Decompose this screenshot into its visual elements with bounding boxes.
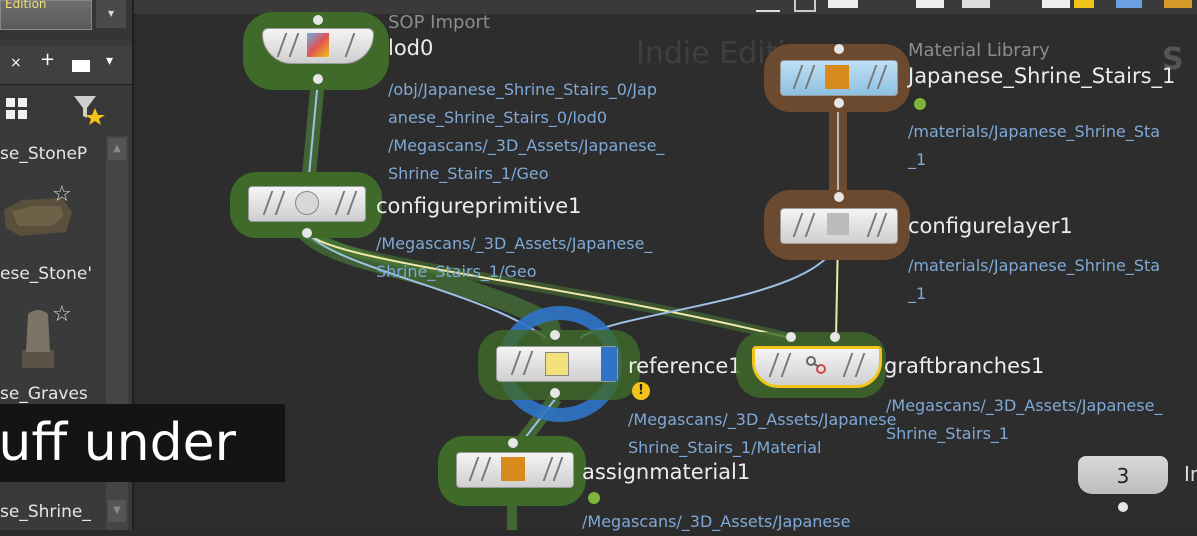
status-indicator-icon <box>586 490 602 506</box>
display-flag-icon[interactable] <box>601 347 617 381</box>
lod0-context-title: SOP Import <box>388 12 490 33</box>
input-connector[interactable] <box>834 44 844 54</box>
graftbranches1-label[interactable]: graftbranches1 <box>884 354 1044 378</box>
configureprimitive1-node[interactable] <box>248 186 366 222</box>
output-connector[interactable] <box>302 228 312 238</box>
warning-icon[interactable]: ! <box>632 382 650 400</box>
input-connector[interactable] <box>550 330 560 340</box>
material-library-icon <box>825 65 849 89</box>
reference1-path-line: /Megascans/_3D_Assets/Japanese <box>628 410 897 429</box>
configureprimitive1-label[interactable]: configureprimitive1 <box>376 194 582 218</box>
graftbranches1-path-line: /Megascans/_3D_Assets/Japanese_ <box>886 396 1163 415</box>
reference1-path-line: Shrine_Stairs_1/Material <box>628 438 822 457</box>
output-connector[interactable] <box>834 98 844 108</box>
material-library-node[interactable] <box>780 60 898 96</box>
lod0-node[interactable] <box>262 28 374 64</box>
lod0-path-line: Shrine_Stairs_1/Geo <box>388 164 549 183</box>
switch-node-label[interactable]: In <box>1184 462 1197 486</box>
output-connector[interactable] <box>550 388 560 398</box>
assignmaterial1-label[interactable]: assignmaterial1 <box>582 460 750 484</box>
sop-import-icon <box>307 33 329 57</box>
material-library-path-line: _1 <box>908 150 927 169</box>
configure-layer-icon <box>827 213 849 235</box>
configurelayer1-path-line: _1 <box>908 284 927 303</box>
configurelayer1-path-line: /materials/Japanese_Shrine_Sta <box>908 256 1161 275</box>
material-library-path-line: /materials/Japanese_Shrine_Sta <box>908 122 1161 141</box>
assignmaterial1-node[interactable] <box>456 452 574 488</box>
configure-primitive-icon <box>295 191 319 215</box>
input-connector[interactable] <box>313 15 323 25</box>
graftbranches1-path-line: Shrine_Stairs_1 <box>886 424 1010 443</box>
video-subtitle: tuff under <box>0 404 285 482</box>
lod0-path-line: anese_Shrine_Stairs_0/lod0 <box>388 108 608 127</box>
graft-branches-icon <box>805 355 827 375</box>
reference1-label[interactable]: reference1 <box>628 354 742 378</box>
configurelayer1-label[interactable]: configurelayer1 <box>908 214 1073 238</box>
lod0-path-line: /obj/Japanese_Shrine_Stairs_0/Jap <box>388 80 657 99</box>
output-connector[interactable] <box>313 74 323 84</box>
status-indicator-icon <box>912 96 928 112</box>
input-connector[interactable] <box>786 332 796 342</box>
configureprimitive1-path-line: /Megascans/_3D_Assets/Japanese_ <box>376 234 653 253</box>
lod0-path-line: /Megascans/_3D_Assets/Japanese_ <box>388 136 665 155</box>
graftbranches1-node[interactable] <box>752 346 882 388</box>
assign-material-icon <box>501 457 525 481</box>
switch-node[interactable]: 3 <box>1078 456 1168 494</box>
configurelayer1-node[interactable] <box>780 208 898 244</box>
input-connector[interactable] <box>834 192 844 202</box>
input-connector[interactable] <box>508 438 518 448</box>
material-library-context-title: Material Library <box>908 40 1050 61</box>
assignmaterial1-path-line: /Megascans/_3D_Assets/Japanese <box>582 512 851 531</box>
input-connector[interactable] <box>830 332 840 342</box>
lod0-label[interactable]: lod0 <box>388 36 433 60</box>
reference-icon <box>545 352 569 376</box>
output-connector[interactable] <box>1118 502 1128 512</box>
material-library-label[interactable]: Japanese_Shrine_Stairs_1 <box>908 64 1175 88</box>
configureprimitive1-path-line: Shrine_Stairs_1/Geo <box>376 262 537 281</box>
reference1-node[interactable] <box>496 346 618 382</box>
